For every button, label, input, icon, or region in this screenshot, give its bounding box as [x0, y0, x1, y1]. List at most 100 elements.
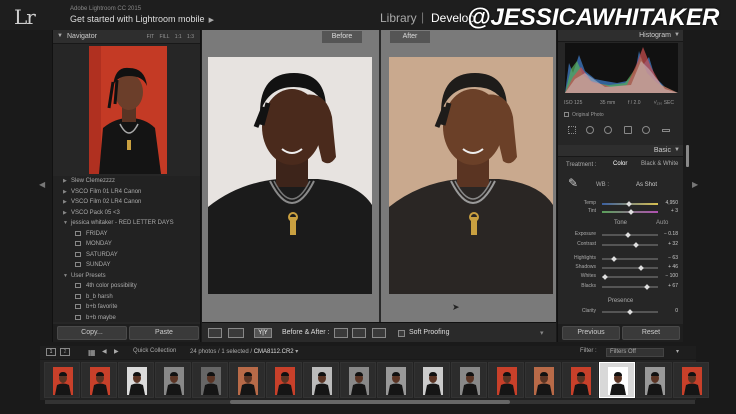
page-2-button[interactable]: 2 — [60, 348, 70, 356]
zoom-fit[interactable]: FIT — [147, 34, 154, 40]
histogram-header[interactable]: Histogram ▼ — [558, 30, 683, 42]
module-library[interactable]: Library — [380, 11, 417, 25]
copy-button[interactable]: Copy... — [57, 326, 127, 340]
collapsed-triangle-icon[interactable]: ▶ — [63, 189, 71, 195]
zoom-1-3[interactable]: 1:3 — [187, 34, 194, 40]
collapsed-triangle-icon[interactable]: ▶ — [63, 210, 71, 216]
before-after-mode-button[interactable]: Y|Y — [254, 328, 272, 338]
back-arrow-icon[interactable]: ◀ — [102, 348, 107, 355]
left-panel-toggle-icon[interactable]: ◀ — [39, 180, 45, 189]
spot-removal-icon[interactable] — [586, 126, 594, 134]
preset-item[interactable]: MONDAY — [75, 241, 112, 251]
filmstrip-thumbnail[interactable] — [118, 362, 154, 398]
treatment-bw[interactable]: Black & White — [641, 161, 678, 167]
preset-item[interactable]: SUNDAY — [75, 262, 111, 272]
preset-item[interactable]: b+b maybe — [75, 314, 116, 325]
copy-after-to-before-icon[interactable] — [352, 328, 366, 338]
filmstrip-thumbnail[interactable] — [81, 362, 117, 398]
slider-value[interactable]: + 3 — [658, 208, 678, 214]
preset-item[interactable]: b_b harsh — [75, 293, 113, 304]
eyedropper-icon[interactable]: ✎ — [568, 176, 578, 190]
slider-track[interactable] — [602, 265, 658, 271]
slider-track[interactable] — [602, 256, 658, 262]
navigator-preview[interactable] — [89, 46, 167, 174]
slider-value[interactable]: + 67 — [658, 283, 678, 289]
filmstrip-thumbnail[interactable] — [525, 362, 561, 398]
slider-thumb[interactable] — [633, 242, 640, 248]
navigator-zoom-options[interactable]: FIT FILL 1:1 1:3 — [147, 34, 194, 40]
filmstrip-thumbnail[interactable] — [636, 362, 672, 398]
after-photo[interactable] — [389, 57, 553, 294]
radial-filter-icon[interactable] — [642, 126, 650, 134]
slider-track[interactable] — [602, 201, 658, 207]
filmstrip-thumbnail[interactable] — [44, 362, 80, 398]
filename-dropdown-icon[interactable]: ▾ — [294, 349, 298, 355]
preset-item[interactable]: ▶ Slew Clemezzzz — [63, 178, 115, 188]
red-eye-icon[interactable] — [604, 126, 612, 134]
page-1-button[interactable]: 1 — [46, 348, 56, 356]
selected-filename[interactable]: CMA8112.CR2 — [254, 349, 294, 355]
preset-item[interactable]: ▶ VSCO Film 02 LR4 Canon — [63, 199, 141, 209]
preset-item[interactable]: ▶ VSCO Pack 05 <3 — [63, 210, 120, 220]
preset-item[interactable]: ▼ User Presets — [63, 273, 106, 283]
before-photo[interactable] — [208, 57, 372, 294]
navigator-header[interactable]: ▼ Navigator FIT FILL 1:1 1:3 — [53, 30, 200, 44]
identity-plate[interactable]: Get started with Lightroom mobile ▶ — [70, 14, 214, 24]
slider-thumb[interactable] — [627, 309, 633, 315]
preset-item[interactable]: ▼ jessica whitaker - RED LETTER DAYS — [63, 220, 174, 230]
preset-item[interactable]: 4th color possibility — [75, 283, 137, 293]
histogram-graph[interactable] — [565, 43, 678, 93]
wb-select[interactable]: As Shot — [636, 182, 657, 188]
zoom-fill[interactable]: FILL — [159, 34, 169, 40]
paste-button[interactable]: Paste — [129, 326, 199, 340]
filmstrip-scroll-knob[interactable] — [230, 400, 510, 404]
filmstrip-thumbnail[interactable] — [599, 362, 635, 398]
soft-proofing-checkbox[interactable] — [398, 330, 405, 337]
collapsed-triangle-icon[interactable]: ▶ — [63, 199, 71, 205]
reset-button[interactable]: Reset — [622, 326, 680, 340]
slider-track[interactable] — [602, 284, 658, 290]
swap-settings-icon[interactable] — [372, 328, 386, 338]
slider-track[interactable] — [602, 274, 658, 280]
slider-value[interactable]: − 0.18 — [658, 231, 678, 237]
slider-thumb[interactable] — [626, 201, 632, 207]
filmstrip-thumbnail[interactable] — [229, 362, 265, 398]
filmstrip-thumbnail[interactable] — [562, 362, 598, 398]
compare-view-icon[interactable] — [228, 328, 244, 338]
source-label[interactable]: Quick Collection — [133, 348, 176, 354]
grid-view-icon[interactable]: ▦ — [88, 348, 96, 357]
filmstrip-thumbnail[interactable] — [340, 362, 376, 398]
collapsed-triangle-icon[interactable]: ▶ — [63, 178, 71, 184]
preset-item[interactable]: FRIDAY — [75, 230, 108, 241]
filmstrip-thumbnail[interactable] — [266, 362, 302, 398]
slider-thumb[interactable] — [611, 256, 618, 262]
slider-track[interactable] — [602, 309, 658, 315]
filmstrip-thumbnail[interactable] — [155, 362, 191, 398]
right-panel-scrollbar[interactable] — [686, 145, 689, 167]
filmstrip-thumbnail[interactable] — [488, 362, 524, 398]
basic-header[interactable]: Basic ▼ — [558, 145, 683, 157]
slider-track[interactable] — [602, 242, 658, 248]
toolbar-menu-icon[interactable]: ▾ — [540, 329, 544, 337]
treatment-color[interactable]: Color — [613, 161, 627, 167]
slider-value[interactable]: 0 — [658, 308, 678, 314]
forward-arrow-icon[interactable]: ▶ — [114, 348, 119, 355]
slider-thumb[interactable] — [602, 274, 608, 280]
filmstrip-scrollbar[interactable] — [45, 400, 695, 404]
slider-value[interactable]: 4,950 — [658, 200, 678, 206]
slider-value[interactable]: − 63 — [658, 255, 678, 261]
filmstrip-thumbnail[interactable] — [673, 362, 709, 398]
expanded-triangle-icon[interactable]: ▼ — [63, 273, 71, 279]
filmstrip-menu-icon[interactable]: ▾ — [676, 348, 679, 355]
slider-thumb[interactable] — [625, 232, 632, 238]
auto-tone-button[interactable]: Auto — [656, 220, 668, 226]
copy-before-to-after-icon[interactable] — [334, 328, 348, 338]
crop-icon[interactable] — [568, 126, 576, 134]
preset-item[interactable]: SATURDAY — [75, 251, 118, 262]
slider-thumb[interactable] — [638, 265, 645, 271]
filmstrip-thumbnail[interactable] — [192, 362, 228, 398]
slider-value[interactable]: − 100 — [658, 273, 678, 279]
slider-thumb[interactable] — [628, 209, 634, 215]
filmstrip-thumbnail[interactable] — [303, 362, 339, 398]
zoom-1-1[interactable]: 1:1 — [175, 34, 182, 40]
